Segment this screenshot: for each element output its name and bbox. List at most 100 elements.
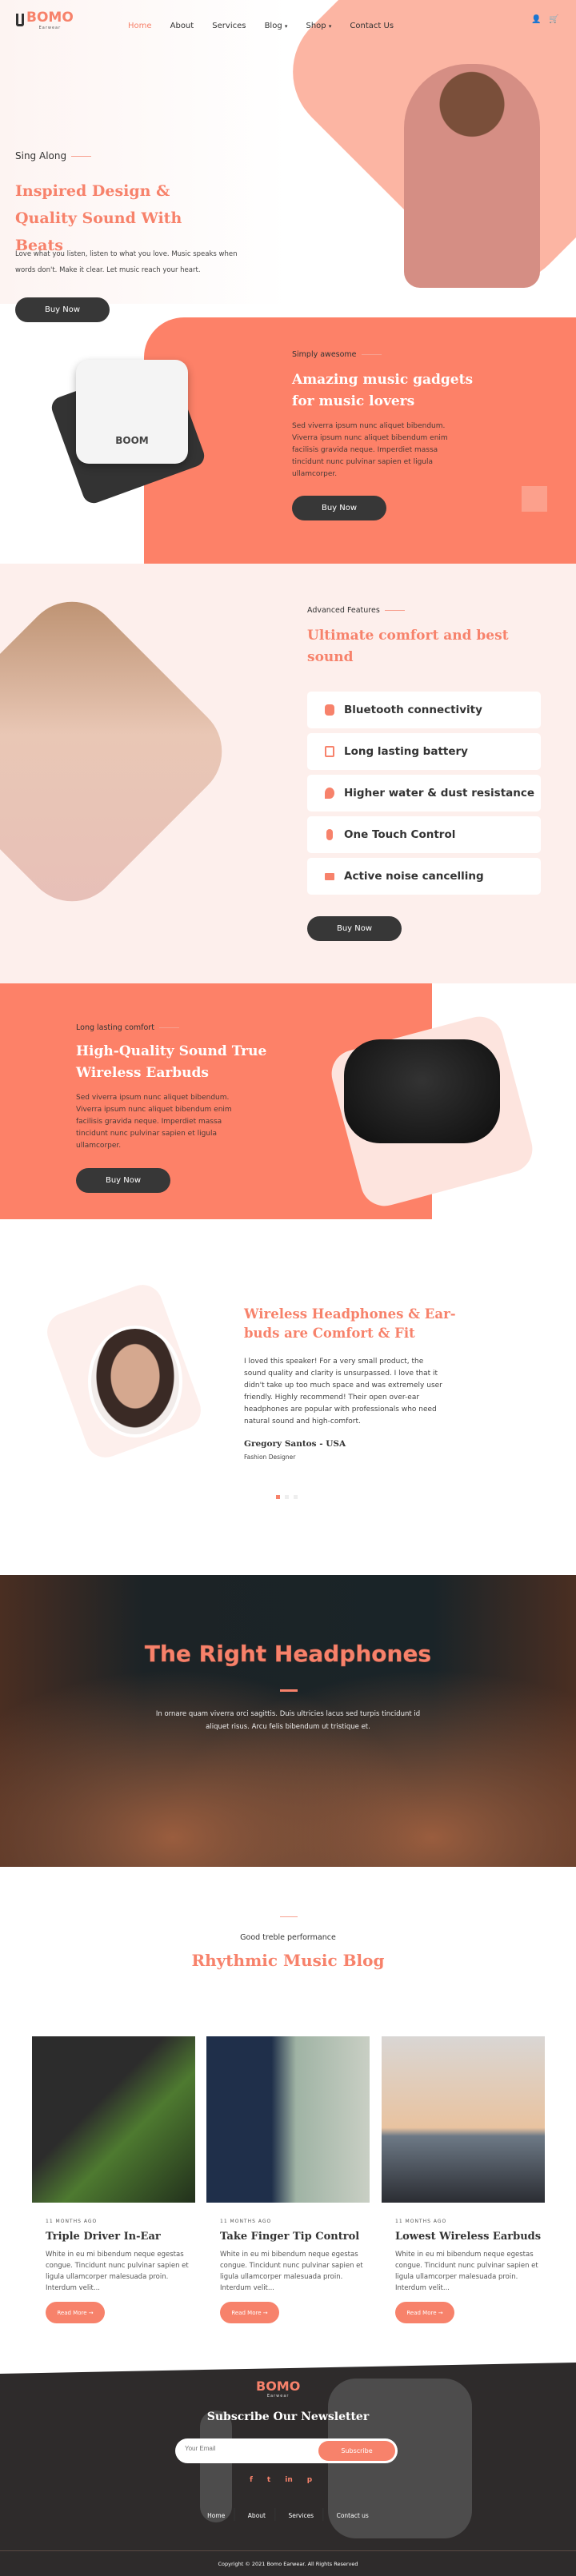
footer-brand-tagline: Earwear	[266, 2394, 290, 2399]
footer-brand-name: BOMO	[256, 2379, 301, 2394]
earbuds-text: Sed viverra ipsum nunc aliquet bibendum.…	[76, 1094, 232, 1150]
earbuds-buy-now-button[interactable]: Buy Now	[76, 1168, 170, 1193]
features-eyebrow-text: Advanced Features	[307, 606, 380, 615]
nav-contact[interactable]: Contact Us	[350, 22, 394, 30]
gadgets-eyebrow-text: Simply awesome	[292, 350, 357, 359]
blog-image[interactable]	[382, 2036, 545, 2203]
slider-dot[interactable]	[294, 1495, 298, 1499]
blog-date: 11 MONTHS AGO	[395, 2219, 447, 2224]
banner-title: The Right Headphones	[144, 1641, 432, 1668]
chevron-down-icon: ▾	[284, 23, 288, 30]
blog-card: 11 MONTHS AGO Take Finger Tip Control Wh…	[206, 2036, 370, 2323]
battery-icon	[325, 746, 334, 757]
blog-excerpt: White in eu mi bibendum neque egestas co…	[220, 2251, 363, 2292]
footer-link-home[interactable]: Home	[207, 2512, 225, 2519]
read-more-label: Read More	[231, 2309, 262, 2316]
feature-battery: Long lasting battery	[307, 733, 541, 770]
pinterest-icon[interactable]: p	[307, 2476, 312, 2484]
email-input[interactable]	[185, 2445, 305, 2452]
gadgets-buy-now-button[interactable]: Buy Now	[292, 496, 386, 520]
earbuds-title: High-Quality Sound True Wireless Earbuds	[76, 1043, 267, 1081]
blog-card: 11 MONTHS AGO Lowest Wireless Earbuds Wh…	[382, 2036, 545, 2323]
earbuds-logo-icon	[16, 14, 24, 26]
hero-text: Love what you listen, listen to what you…	[15, 250, 238, 274]
nav-blog[interactable]: Blog ▾	[265, 22, 288, 30]
earbuds-eyebrow: Long lasting comfort	[76, 1023, 179, 1032]
blog-image[interactable]	[32, 2036, 195, 2203]
water-drop-icon	[325, 788, 334, 799]
hero-buy-now-button[interactable]: Buy Now	[15, 297, 110, 322]
blog-title: Rhythmic Music Blog	[191, 1951, 385, 1970]
speaker-icon	[325, 872, 334, 880]
blog-eyebrow: Good treble performance	[240, 1933, 336, 1942]
decor-square	[522, 486, 547, 512]
user-icon[interactable]: 👤	[531, 15, 541, 24]
facebook-icon[interactable]: f	[250, 2476, 253, 2484]
blog-card: 11 MONTHS AGO Triple Driver In-Ear White…	[32, 2036, 195, 2323]
testimonial-quote: I loved this speaker! For a very small p…	[244, 1358, 442, 1426]
blog-post-title[interactable]: Lowest Wireless Earbuds	[395, 2231, 545, 2243]
brand-name: BOMO	[26, 10, 74, 26]
features-buy-now-button[interactable]: Buy Now	[307, 916, 402, 941]
read-more-button[interactable]: Read More →	[395, 2302, 454, 2323]
footer-link-services[interactable]: Services	[288, 2512, 314, 2519]
earbuds-case-dark-image	[344, 1039, 500, 1143]
footer-link-contact[interactable]: Contact us	[337, 2512, 369, 2519]
nav-shop[interactable]: Shop ▾	[306, 22, 331, 30]
gadgets-text: Sed viverra ipsum nunc aliquet bibendum.…	[292, 422, 448, 478]
case-label: BOOM	[115, 435, 149, 446]
footer-divider	[0, 2550, 576, 2551]
read-more-label: Read More	[406, 2309, 437, 2316]
feature-label: One Touch Control	[344, 828, 456, 841]
slider-dot[interactable]	[285, 1495, 289, 1499]
blog-post-title[interactable]: Triple Driver In-Ear	[46, 2231, 195, 2243]
slider-dots	[276, 1495, 298, 1499]
blog-divider	[280, 1916, 298, 1917]
nav-home[interactable]: Home	[128, 22, 152, 30]
feature-touch: One Touch Control	[307, 816, 541, 853]
cart-icon[interactable]: 🛒	[549, 15, 558, 24]
gadgets-eyebrow: Simply awesome	[292, 350, 382, 359]
read-more-button[interactable]: Read More →	[46, 2302, 105, 2323]
nav-blog-label: Blog	[264, 22, 282, 30]
arrow-right-icon: →	[438, 2309, 443, 2316]
arrow-right-icon: →	[262, 2309, 268, 2316]
subscribe-button[interactable]: Subscribe	[318, 2441, 395, 2461]
testimonial-role: Fashion Designer	[244, 1453, 296, 1461]
social-links: f t in p	[250, 2476, 312, 2484]
slider-dot-active[interactable]	[276, 1495, 280, 1499]
nav-about[interactable]: About	[170, 22, 194, 30]
hero-model-image	[404, 64, 540, 288]
copyright: Copyright © 2021 Bomo Earwear. All Right…	[218, 2561, 358, 2567]
microphone-icon	[326, 829, 333, 840]
twitter-icon[interactable]: t	[267, 2476, 270, 2484]
read-more-label: Read More	[57, 2309, 87, 2316]
brand-tagline: Earwear	[38, 26, 62, 30]
features-title: Ultimate comfort and best sound	[307, 628, 509, 665]
chevron-down-icon: ▾	[328, 23, 332, 30]
blog-image[interactable]	[206, 2036, 370, 2203]
feature-label: Long lasting battery	[344, 745, 468, 758]
feature-water: Higher water & dust resistance	[307, 775, 541, 811]
linkedin-icon[interactable]: in	[285, 2476, 293, 2484]
read-more-button[interactable]: Read More →	[220, 2302, 279, 2323]
feature-noise: Active noise cancelling	[307, 858, 541, 895]
banner-text: In ornare quam viverra orci sagittis. Du…	[155, 1710, 421, 1731]
footer-link-about[interactable]: About	[248, 2512, 266, 2519]
earbuds-eyebrow-text: Long lasting comfort	[76, 1023, 154, 1032]
footer-links: Home | About | Services | Contact us	[207, 2506, 369, 2521]
feature-label: Bluetooth connectivity	[344, 704, 482, 716]
blog-post-title[interactable]: Take Finger Tip Control	[220, 2231, 370, 2243]
footer-logo: BOMO Earwear	[256, 2379, 300, 2399]
blog-excerpt: White in eu mi bibendum neque egestas co…	[46, 2251, 189, 2292]
gadgets-title: Amazing music gadgets for music lovers	[292, 372, 474, 409]
arrow-right-icon: →	[88, 2309, 94, 2316]
newsletter-form: Subscribe	[175, 2438, 398, 2463]
hero-eyebrow-text: Sing Along	[15, 150, 67, 161]
nav-services[interactable]: Services	[212, 22, 246, 30]
logo[interactable]: BOMO Earwear	[16, 10, 74, 30]
blog-date: 11 MONTHS AGO	[46, 2219, 98, 2224]
banner-divider	[280, 1689, 298, 1692]
blog-excerpt: White in eu mi bibendum neque egestas co…	[395, 2251, 538, 2292]
newsletter-title: Subscribe Our Newsletter	[206, 2411, 370, 2423]
